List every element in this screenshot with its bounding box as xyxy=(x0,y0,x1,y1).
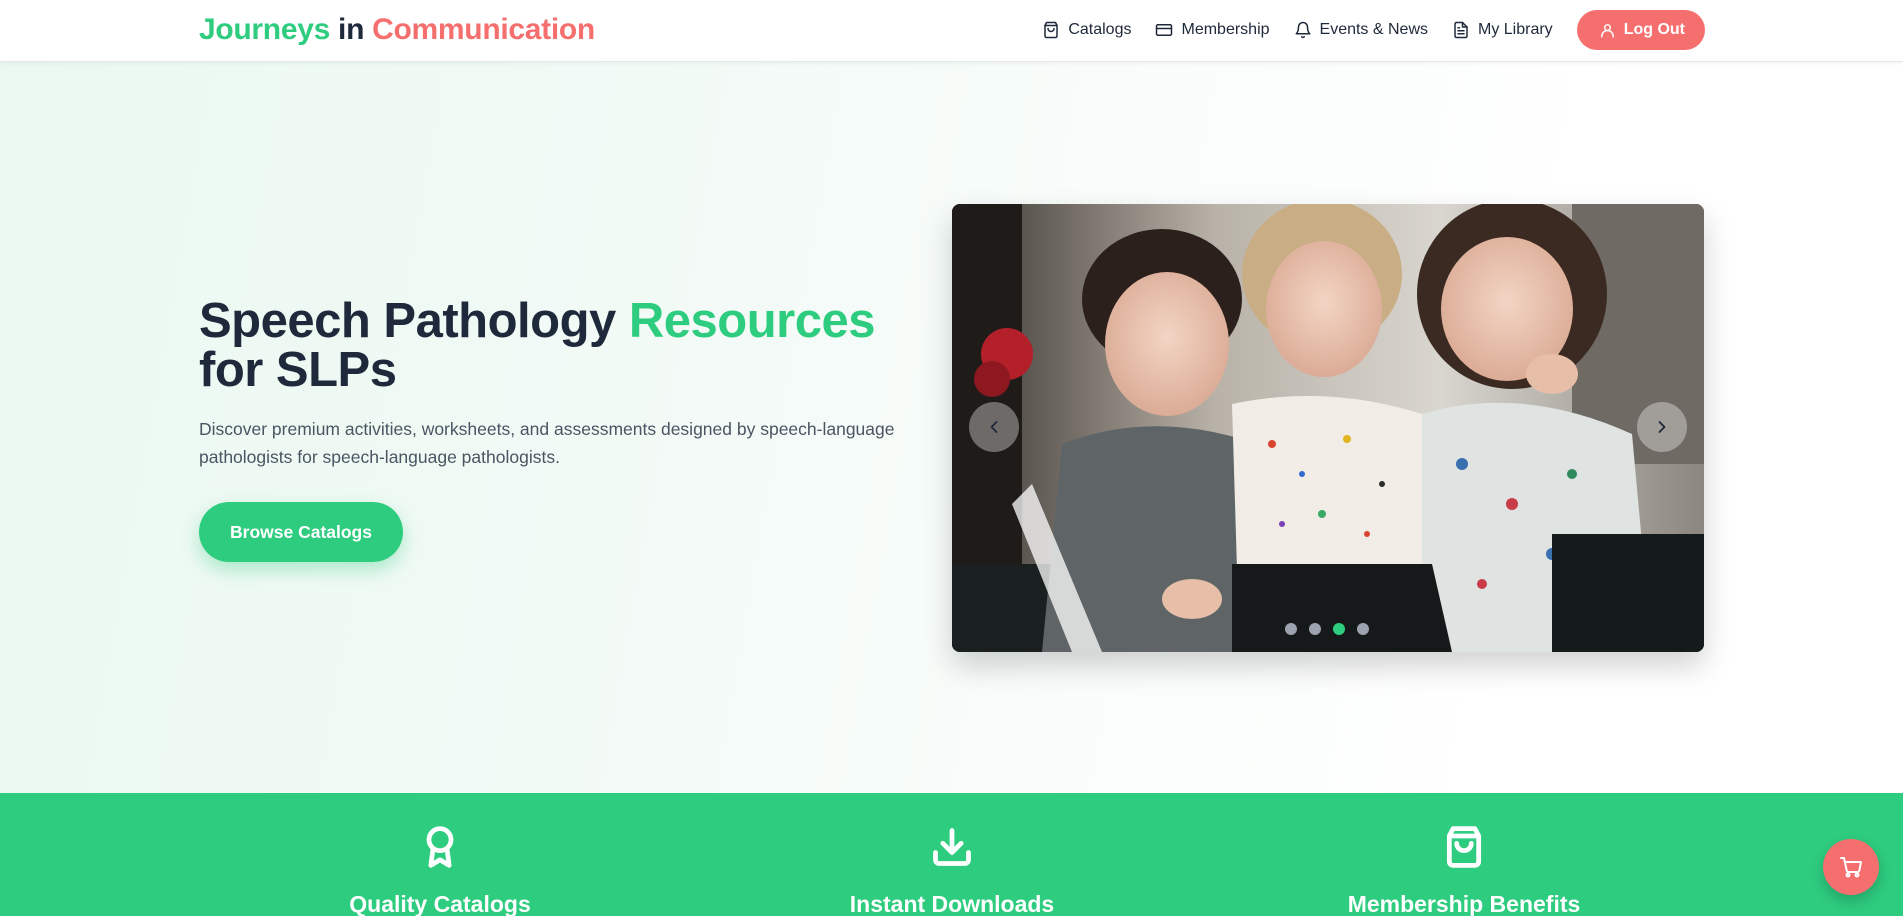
nav-item-label: Membership xyxy=(1181,21,1270,38)
chevron-right-icon xyxy=(1658,421,1666,433)
shopping-bag-icon xyxy=(1442,825,1486,869)
hero-section: Speech Pathology Resources for SLPs Disco… xyxy=(0,62,1903,793)
shopping-cart-icon xyxy=(1840,857,1862,878)
download-icon xyxy=(930,825,974,869)
logo-word-journeys: Journeys xyxy=(199,13,330,46)
logo-word-communication: Communication xyxy=(372,13,595,46)
nav-item-membership[interactable]: Membership xyxy=(1155,21,1270,39)
user-icon xyxy=(1600,23,1614,38)
carousel-dot[interactable] xyxy=(1285,623,1297,635)
feature-title: Instant Downloads xyxy=(849,891,1055,917)
hero-title: Speech Pathology Resources for SLPs xyxy=(199,297,919,395)
feature-quality-catalogs: Quality Catalogs xyxy=(240,793,640,918)
nav-item-events-news[interactable]: Events & News xyxy=(1294,21,1428,39)
hero-carousel xyxy=(952,204,1704,652)
credit-card-icon xyxy=(1156,24,1173,36)
feature-title: Quality Catalogs xyxy=(349,891,531,917)
features-band: Quality Catalogs Instant Downloads Membe… xyxy=(0,793,1903,918)
logo-word-in: in xyxy=(338,13,365,46)
main-nav: Catalogs Membership Events & News My Lib… xyxy=(1042,10,1705,50)
nav-item-my-library[interactable]: My Library xyxy=(1452,21,1553,39)
feature-title: Membership Benefits xyxy=(1347,891,1581,917)
hero-title-part1: Speech Pathology xyxy=(199,294,629,348)
site-header: Journeys in Communication Catalogs Membe… xyxy=(0,0,1903,62)
shopping-bag-icon xyxy=(1044,21,1059,39)
carousel-next-button[interactable] xyxy=(1637,402,1687,452)
bell-icon xyxy=(1295,21,1311,39)
cart-button[interactable] xyxy=(1823,839,1879,895)
site-logo[interactable]: Journeys in Communication xyxy=(199,13,595,47)
nav-item-label: Catalogs xyxy=(1068,21,1132,38)
hero-title-part2: for SLPs xyxy=(199,343,397,397)
carousel-dot[interactable] xyxy=(1357,623,1369,635)
carousel-dot[interactable] xyxy=(1309,623,1321,635)
three-laughing-children-photo xyxy=(952,204,1704,652)
logout-button[interactable]: Log Out xyxy=(1576,10,1705,50)
hero-description: Discover premium activities, worksheets,… xyxy=(199,419,895,467)
carousel-dots xyxy=(1285,623,1369,635)
carousel-prev-button[interactable] xyxy=(969,402,1019,452)
chevron-left-icon xyxy=(990,421,998,433)
nav-item-label: Events & News xyxy=(1319,21,1428,38)
nav-item-catalogs[interactable]: Catalogs xyxy=(1042,21,1131,39)
carousel-dot[interactable] xyxy=(1333,623,1345,635)
browse-catalogs-button[interactable]: Browse Catalogs xyxy=(199,502,403,562)
feature-membership-benefits: Membership Benefits xyxy=(1264,793,1664,918)
feature-instant-downloads: Instant Downloads xyxy=(752,793,1152,918)
logout-label: Log Out xyxy=(1623,21,1685,38)
hero-title-accent: Resources xyxy=(628,294,876,348)
nav-item-label: My Library xyxy=(1478,21,1553,38)
document-icon xyxy=(1454,21,1468,39)
award-ribbon-icon xyxy=(418,825,462,869)
